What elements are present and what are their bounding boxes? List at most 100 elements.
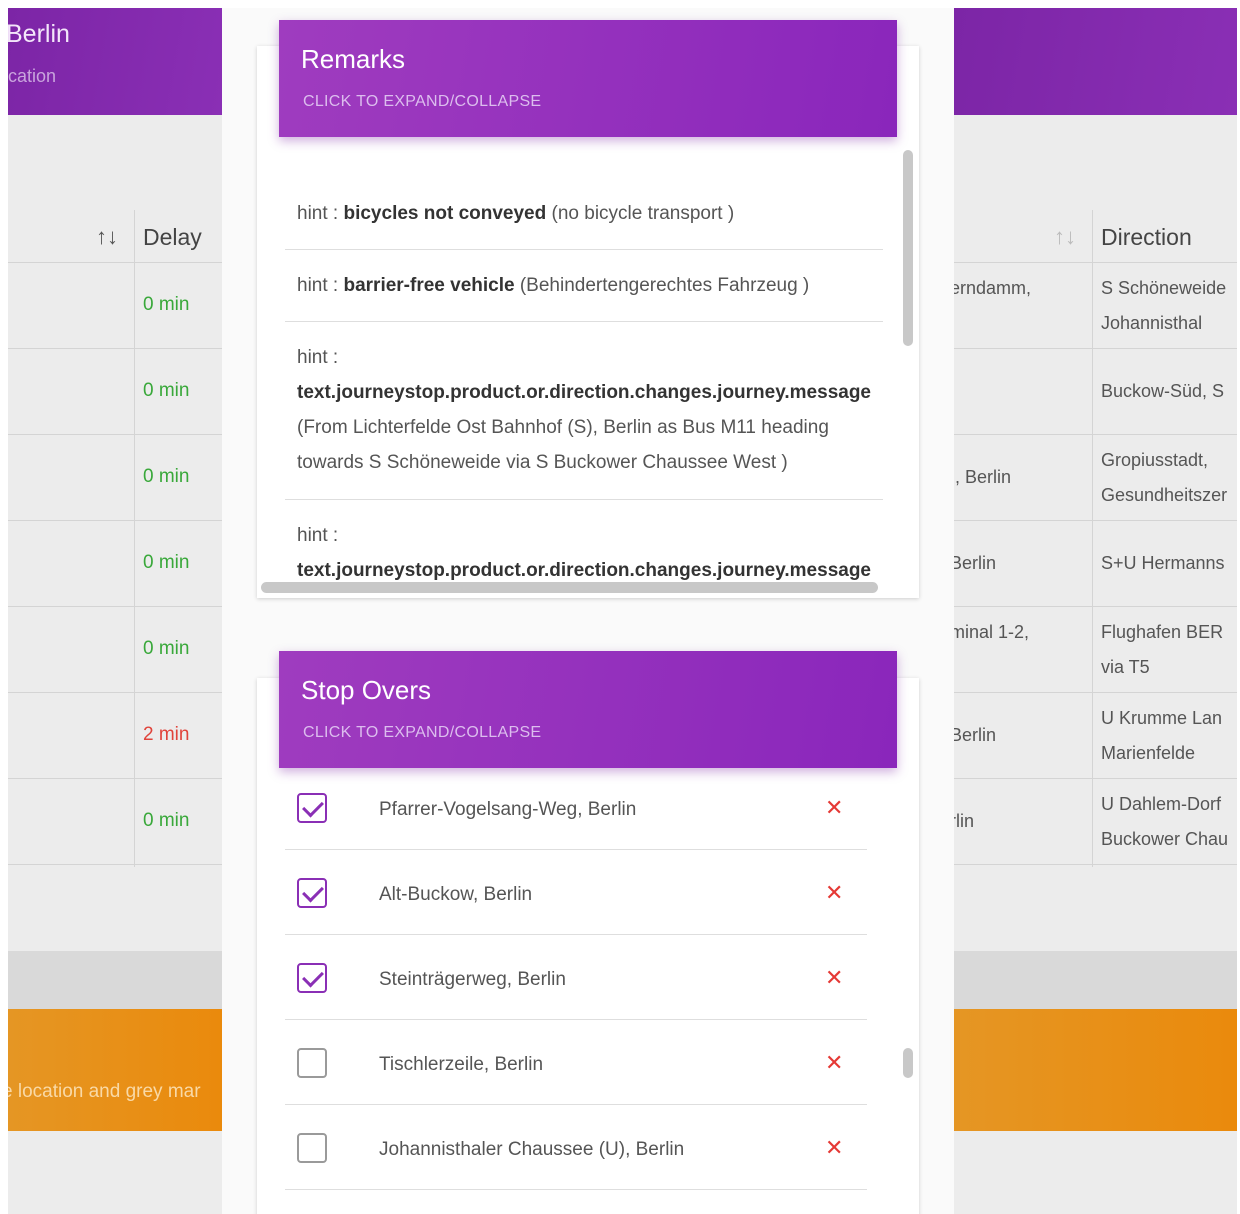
stop-cell: rlin [954, 811, 975, 831]
remark-prefix: hint : [297, 347, 339, 368]
table-row[interactable]: 0 min [8, 349, 222, 435]
delay-value: 0 min [143, 466, 190, 487]
delay-column-header[interactable]: Delay [143, 224, 202, 251]
remark-item: hint : text.journeystop.product.or.direc… [285, 322, 883, 500]
stop-over-checkbox[interactable] [297, 793, 327, 823]
table-header-row: ↑↓ Delay [8, 210, 222, 263]
table-row[interactable]: 0 min [8, 607, 222, 693]
delay-value: 0 min [143, 552, 190, 573]
direction-cell: S Schöneweide [1101, 278, 1227, 298]
table-row[interactable]: 2 min [8, 693, 222, 779]
stop-cell: Berlin [954, 553, 997, 573]
table-row[interactable]: Berlin S+U Hermanns [954, 521, 1237, 607]
background-header [954, 8, 1237, 115]
legend-banner: e location and grey mar [8, 1009, 222, 1131]
direction-cell: Gesundheitszer [1101, 485, 1228, 505]
table-row[interactable]: 0 min [8, 779, 222, 865]
delete-icon[interactable]: ✕ [825, 795, 843, 821]
table-row[interactable]: 0 min [8, 435, 222, 521]
remark-detail: (Behindertengerechtes Fahrzeug ) [514, 275, 810, 296]
background-subtitle: cation [8, 66, 57, 86]
stop-cell: ı, Berlin [954, 467, 1012, 487]
direction-cell: U Dahlem-Dorf [1101, 794, 1222, 814]
remark-detail: (no bicycle transport ) [546, 203, 735, 224]
stop-over-name: Pfarrer-Vogelsang-Weg, Berlin [379, 799, 637, 820]
remark-prefix: hint : [297, 275, 344, 296]
stop-cell: erndamm, [954, 278, 1032, 298]
journey-details-modal: Remarks CLICK TO EXPAND/COLLAPSE hint : … [222, 8, 954, 1214]
remarks-panel: Remarks CLICK TO EXPAND/COLLAPSE hint : … [257, 20, 919, 598]
stop-over-row: Tischlerzeile, Berlin ✕ [285, 1020, 867, 1105]
table-row[interactable]: ı Buckow-Süd, S [954, 349, 1237, 435]
direction-cell: U Krumme Lan [1101, 708, 1223, 728]
stop-overs-vertical-scrollbar[interactable] [903, 1048, 913, 1078]
table-row[interactable]: erndamm, S Schöneweide Johannisthal [954, 263, 1237, 349]
stop-over-name: Steinträgerweg, Berlin [379, 969, 566, 990]
remarks-vertical-scrollbar[interactable] [903, 150, 913, 346]
stop-over-row: Alt-Buckow, Berlin ✕ [285, 850, 867, 935]
stop-over-checkbox[interactable] [297, 878, 327, 908]
table-row[interactable]: minal 1-2, Flughafen BER via T5 [954, 607, 1237, 693]
remark-item: hint : barrier-free vehicle (Behinderten… [285, 250, 883, 322]
remark-title: bicycles not conveyed [343, 203, 547, 224]
remark-prefix: hint : [297, 525, 339, 546]
stop-over-name: Tischlerzeile, Berlin [379, 1054, 544, 1075]
direction-cell: Gropiusstadt, [1101, 450, 1209, 470]
stop-overs-header[interactable]: Stop Overs CLICK TO EXPAND/COLLAPSE [279, 651, 897, 768]
background-title: Berlin [8, 20, 70, 48]
stop-cell: minal 1-2, [954, 622, 1030, 642]
table-row[interactable]: rlin U Dahlem-Dorf Buckower Chau [954, 779, 1237, 865]
delay-value: 0 min [143, 638, 190, 659]
direction-cell: via T5 [1101, 657, 1150, 677]
legend-text: e location and grey mar [8, 1081, 201, 1102]
remarks-header[interactable]: Remarks CLICK TO EXPAND/COLLAPSE [279, 20, 897, 137]
delete-icon[interactable]: ✕ [825, 1050, 843, 1076]
stop-cell: Berlin [954, 725, 997, 745]
direction-cell: Buckow-Süd, S [1101, 381, 1225, 401]
remark-item: hint : bicycles not conveyed (no bicycle… [285, 178, 883, 250]
direction-cell: Johannisthal [1101, 313, 1203, 333]
background-header: Berlin cation [8, 8, 222, 115]
delay-value: 2 min [143, 724, 190, 745]
stop-over-checkbox[interactable] [297, 1133, 327, 1163]
pagination-bar [954, 951, 1237, 1009]
remark-prefix: hint : [297, 203, 344, 224]
direction-column-header[interactable]: Direction [1101, 224, 1192, 251]
stop-over-checkbox[interactable] [297, 963, 327, 993]
delete-icon[interactable]: ✕ [825, 1135, 843, 1161]
stop-overs-title: Stop Overs [301, 675, 432, 705]
table-row[interactable]: 0 min [8, 521, 222, 607]
stop-over-checkbox[interactable] [297, 1048, 327, 1078]
delete-icon[interactable]: ✕ [825, 965, 843, 991]
sort-icon[interactable]: ↑↓ [96, 224, 118, 250]
background-left-panel: Berlin cation ↑↓ Delay 0 min 0 min 0 min… [8, 8, 222, 1214]
delete-icon[interactable]: ✕ [825, 880, 843, 906]
delay-value: 0 min [143, 810, 190, 831]
stop-over-row: Pfarrer-Vogelsang-Weg, Berlin ✕ [285, 765, 867, 850]
stop-over-name: Johannisthaler Chaussee (U), Berlin [379, 1139, 685, 1160]
remarks-horizontal-scrollbar[interactable] [261, 582, 878, 593]
stop-overs-toggle-hint: CLICK TO EXPAND/COLLAPSE [303, 724, 542, 741]
remarks-list[interactable]: hint : bicycles not conveyed (no bicycle… [257, 146, 897, 608]
remarks-toggle-hint: CLICK TO EXPAND/COLLAPSE [303, 93, 542, 110]
pagination-bar [8, 951, 222, 1009]
remark-title: barrier-free vehicle [343, 275, 515, 296]
direction-cell: Marienfelde [1101, 743, 1196, 763]
stop-cell: ı [954, 374, 955, 409]
background-right-panel: ↑↓ Direction erndamm, S Schöneweide Joha… [954, 8, 1237, 1214]
sort-icon[interactable]: ↑↓ [1054, 224, 1076, 250]
table-row[interactable]: 0 min [8, 263, 222, 349]
table-row[interactable]: Berlin U Krumme Lan Marienfelde [954, 693, 1237, 779]
direction-cell: S+U Hermanns [1101, 553, 1225, 573]
remark-detail: (From Lichterfelde Ost Bahnhof (S), Berl… [297, 417, 829, 438]
direction-cell: Flughafen BER [1101, 622, 1224, 642]
stop-over-row: Johannisthaler Chaussee (U), Berlin ✕ [285, 1105, 867, 1190]
remark-title: text.journeystop.product.or.direction.ch… [297, 382, 871, 403]
stop-over-name: Alt-Buckow, Berlin [379, 884, 533, 905]
stop-overs-panel: Stop Overs CLICK TO EXPAND/COLLAPSE Pfar… [257, 651, 919, 1214]
direction-cell: Buckower Chau [1101, 829, 1229, 849]
delay-value: 0 min [143, 380, 190, 401]
legend-banner [954, 1009, 1237, 1131]
table-row[interactable]: ı, Berlin Gropiusstadt, Gesundheitszer [954, 435, 1237, 521]
table-header-row: ↑↓ Direction [954, 210, 1237, 263]
